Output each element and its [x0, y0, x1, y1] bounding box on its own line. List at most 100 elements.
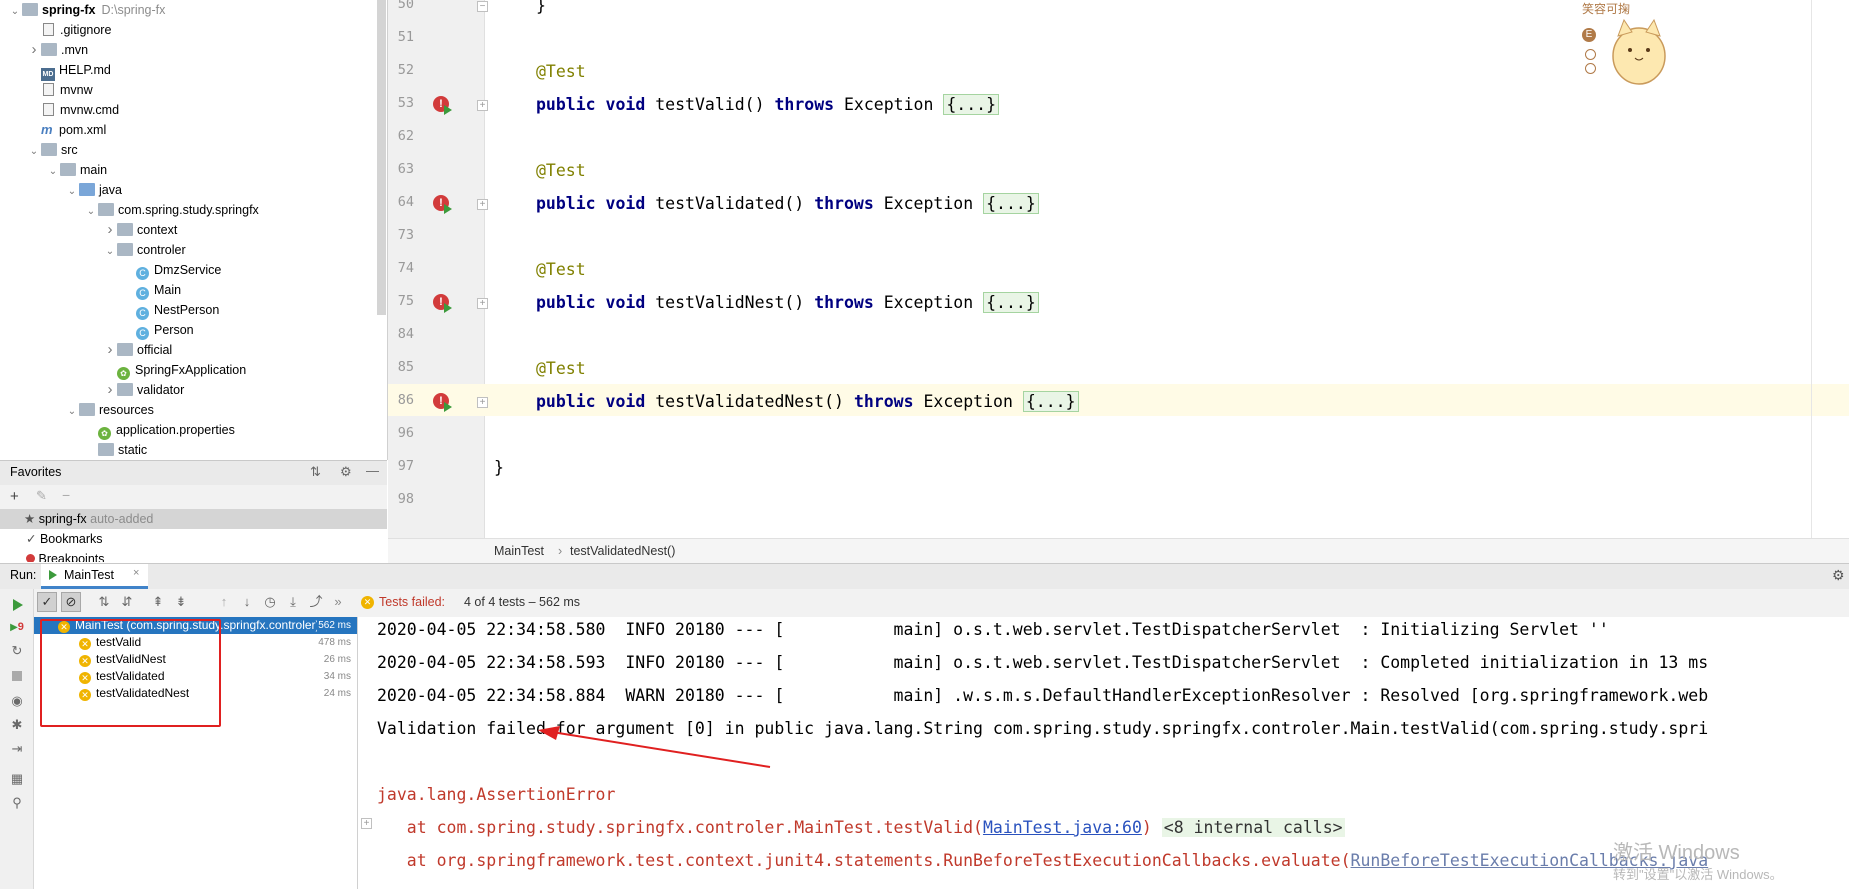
stack-trace-line: at com.spring.study.springfx.controler.M…	[377, 818, 1345, 837]
line-number: 84	[397, 326, 414, 342]
prev-test-icon[interactable]: ↑	[216, 594, 232, 610]
fold-expand-icon[interactable]: +	[477, 100, 488, 111]
export-icon[interactable]: ⤴	[308, 594, 324, 610]
fold-expand-icon[interactable]: +	[477, 397, 488, 408]
sort-alpha-icon[interactable]: ⇅	[96, 594, 112, 610]
test-duration: 34 ms	[323, 671, 351, 682]
run-tab-label: MainTest	[64, 568, 115, 582]
console-log-line: 2020-04-05 22:34:58.580 INFO 20180 --- […	[377, 620, 1609, 639]
rerun-icon[interactable]	[9, 597, 25, 613]
mascot-sticker: 笑容可掬 E	[1570, 0, 1690, 90]
line-number: 85	[397, 359, 414, 375]
close-icon[interactable]: ×	[133, 567, 139, 579]
tab-maintest[interactable]: MainTest ×	[41, 564, 148, 589]
code-line: }	[494, 458, 504, 477]
keyword: void	[605, 194, 646, 213]
exit-icon[interactable]: ⇥	[9, 741, 25, 757]
expand-all-icon[interactable]: ⇞	[150, 594, 166, 610]
breadcrumb-separator: ›	[558, 544, 563, 558]
line-number: 98	[397, 491, 414, 507]
breadcrumb-class[interactable]: MainTest	[494, 539, 544, 563]
line-number: 63	[397, 161, 414, 177]
tests-failed-label: Tests failed:	[379, 595, 446, 609]
collapse-all-icon[interactable]: ⇟	[173, 594, 189, 610]
type-name: Exception	[883, 293, 974, 312]
stack-trace-text: )	[1141, 818, 1152, 837]
line-number: 74	[397, 260, 414, 276]
circle-icon	[1585, 49, 1596, 60]
code-line: public void testValidated() throws Excep…	[536, 192, 1039, 216]
keyword: void	[605, 293, 646, 312]
type-name: Exception	[923, 392, 1013, 411]
folded-region[interactable]: {...}	[943, 94, 1000, 115]
import-icon[interactable]: ⤓	[285, 594, 301, 610]
favorites-item-label: Breakpoints	[38, 552, 105, 562]
run-test-icon[interactable]	[444, 204, 452, 214]
stack-trace-link[interactable]: MainTest.java:60	[983, 818, 1142, 837]
pin-icon[interactable]: ⚲	[9, 795, 25, 811]
console-error-line: java.lang.AssertionError	[377, 785, 616, 804]
cat-mascot-icon	[1612, 18, 1666, 85]
layout-icon[interactable]: ▦	[9, 771, 25, 787]
test-runner-toolbar: ✓ ⊘ ⇅ ⇵ ⇞ ⇟ ↑ ↓ ◷ ⤓ ⤴ » ✕ Tests failed: …	[34, 589, 1849, 618]
show-ignored-icon[interactable]: ⊘	[61, 592, 81, 612]
run-test-icon[interactable]	[444, 303, 452, 313]
line-number: 62	[397, 128, 414, 144]
activation-watermark-text: 转到"设置"以激活 Windows。	[1613, 867, 1783, 882]
history-icon[interactable]: ◷	[262, 594, 278, 610]
fold-expand-icon[interactable]: +	[477, 298, 488, 309]
gear-icon[interactable]: ⚙	[1832, 567, 1845, 584]
toggle-auto-test-icon[interactable]: ↻	[9, 643, 25, 659]
camera-icon[interactable]: ◉	[9, 693, 25, 709]
more-icon[interactable]: »	[330, 594, 346, 610]
favorites-item-breakpoints[interactable]: Breakpoints	[26, 549, 105, 562]
settings-icon[interactable]: ✱	[9, 717, 25, 733]
run-test-icon[interactable]	[444, 402, 452, 412]
test-duration: 26 ms	[323, 654, 351, 665]
show-passed-icon[interactable]: ✓	[37, 592, 57, 612]
method-name: testValidatedNest	[655, 392, 825, 411]
type-name: Exception	[883, 194, 974, 213]
line-number: 97	[397, 458, 414, 474]
fold-expand-icon[interactable]: +	[477, 199, 488, 210]
keyword: void	[605, 392, 646, 411]
stop-icon[interactable]	[9, 669, 25, 685]
internal-calls-fold[interactable]: <8 internal calls>	[1161, 818, 1345, 837]
code-line: }	[536, 0, 546, 15]
run-test-icon[interactable]	[444, 105, 452, 115]
method-name: testValidated	[655, 194, 785, 213]
folded-region[interactable]: {...}	[983, 193, 1039, 214]
keyword: public	[536, 392, 596, 411]
test-duration: 562 ms	[318, 620, 351, 631]
keyword: public	[536, 95, 596, 114]
rerun-failed-icon[interactable]: ▶9	[9, 619, 25, 635]
fold-collapse-icon[interactable]: −	[477, 1, 488, 12]
highlight-box	[40, 619, 221, 727]
next-test-icon[interactable]: ↓	[239, 594, 255, 610]
parens: ()	[784, 194, 805, 213]
expand-icon[interactable]: +	[361, 818, 372, 829]
keyword: throws	[774, 95, 835, 114]
code-line: public void testValidNest() throws Excep…	[536, 291, 1039, 315]
sort-duration-icon[interactable]: ⇵	[119, 594, 135, 610]
folded-region[interactable]: {...}	[1022, 391, 1079, 412]
stack-trace-text: at org.springframework.test.context.juni…	[377, 851, 1351, 870]
folded-region[interactable]: {...}	[983, 292, 1039, 313]
line-number: 73	[397, 227, 414, 243]
keyword: throws	[814, 293, 874, 312]
breadcrumb-method[interactable]: testValidatedNest()	[570, 539, 675, 563]
console-log-line: 2020-04-05 22:34:58.884 WARN 20180 --- […	[377, 686, 1709, 705]
run-side-toolbar: ▶9 ↻ ◉ ✱ ⇥ ▦ ⚲	[0, 589, 34, 889]
keyword: public	[536, 194, 596, 213]
breadcrumb: MainTest › testValidatedNest()	[388, 538, 1849, 563]
